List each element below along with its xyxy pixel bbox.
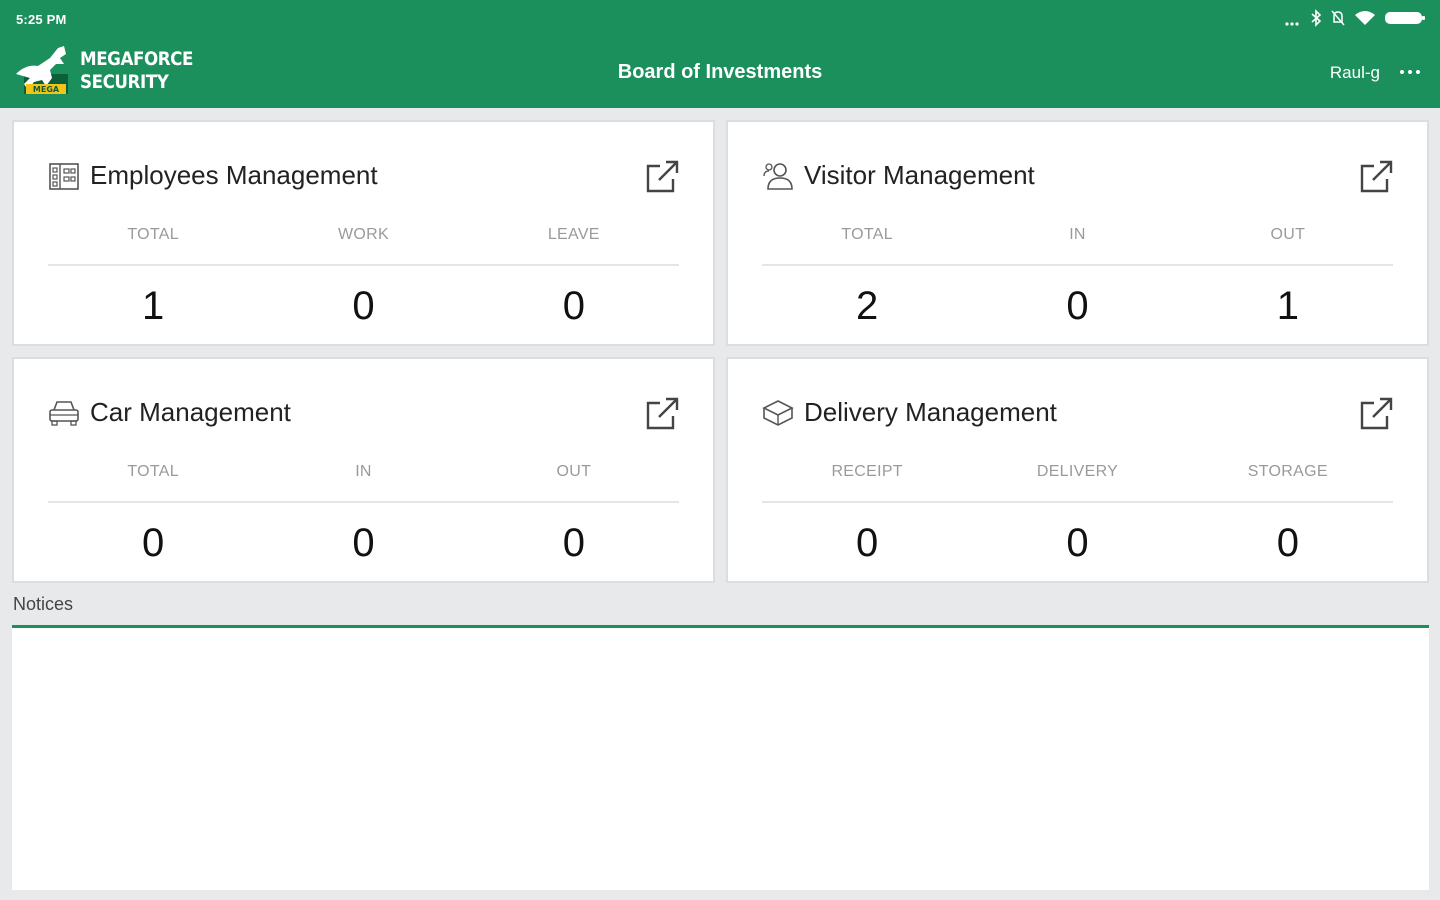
card-title: Employees Management xyxy=(90,160,378,190)
column-label: RECEIPT xyxy=(831,463,903,480)
stat-value: 0 xyxy=(1276,521,1299,565)
wifi-icon xyxy=(1355,11,1375,25)
more-dot xyxy=(1408,70,1412,74)
stat-value: 2 xyxy=(856,284,879,328)
card-values: 1 0 0 xyxy=(48,284,679,329)
stat-value: 1 xyxy=(142,284,165,328)
car-management-card[interactable]: Car Management TOTAL IN OUT 0 0 0 xyxy=(12,357,715,583)
package-icon xyxy=(762,399,794,426)
card-title: Delivery Management xyxy=(804,397,1057,427)
stat-value: 1 xyxy=(1276,284,1299,328)
stat-value: 0 xyxy=(1066,284,1089,328)
bluetooth-icon xyxy=(1311,9,1322,27)
column-label: STORAGE xyxy=(1247,463,1328,480)
column-label: TOTAL xyxy=(841,226,893,243)
app-header: 5:25 PM MEGA MEGAFORCE SECURITY Board of… xyxy=(0,0,1440,108)
column-label: DELIVERY xyxy=(1036,463,1119,480)
card-header: Delivery Management xyxy=(762,397,1057,428)
column-label: WORK xyxy=(338,226,389,243)
stat-value: 0 xyxy=(562,284,585,328)
external-link-icon[interactable] xyxy=(1359,160,1395,194)
stat-value: 0 xyxy=(856,521,879,565)
visitor-icon xyxy=(763,162,793,190)
column-label: IN xyxy=(355,463,372,480)
column-label: OUT xyxy=(556,463,592,480)
stat-value: 0 xyxy=(352,521,375,565)
battery-icon xyxy=(1385,12,1425,24)
external-link-icon[interactable] xyxy=(645,397,681,431)
card-header: Employees Management xyxy=(48,160,378,191)
card-column-headers: TOTAL IN OUT xyxy=(48,463,679,503)
user-name[interactable]: Raul-g xyxy=(1330,63,1380,83)
status-bar: 5:25 PM xyxy=(0,0,1440,38)
card-column-headers: RECEIPT DELIVERY STORAGE xyxy=(762,463,1393,503)
visitor-management-card[interactable]: Visitor Management TOTAL IN OUT 2 0 1 xyxy=(726,120,1429,346)
stat-value: 0 xyxy=(1066,521,1089,565)
more-options-button[interactable] xyxy=(1396,62,1424,82)
building-icon xyxy=(49,162,79,190)
column-label: TOTAL xyxy=(127,463,179,480)
status-icons xyxy=(1284,8,1426,28)
card-values: 0 0 0 xyxy=(762,521,1393,566)
delivery-management-card[interactable]: Delivery Management RECEIPT DELIVERY STO… xyxy=(726,357,1429,583)
column-label: IN xyxy=(1069,226,1086,243)
stat-value: 0 xyxy=(562,521,585,565)
column-label: TOTAL xyxy=(127,226,179,243)
stat-value: 0 xyxy=(142,521,165,565)
column-label: OUT xyxy=(1270,226,1306,243)
external-link-icon[interactable] xyxy=(645,160,681,194)
svg-text:MEGA: MEGA xyxy=(33,85,60,94)
employees-management-card[interactable]: Employees Management TOTAL WORK LEAVE 1 … xyxy=(12,120,715,346)
more-dot xyxy=(1416,70,1420,74)
more-horizontal-icon xyxy=(1400,70,1404,74)
car-icon xyxy=(49,400,79,426)
card-column-headers: TOTAL WORK LEAVE xyxy=(48,226,679,266)
status-time: 5:25 PM xyxy=(16,12,67,27)
card-title: Car Management xyxy=(90,397,291,427)
card-header: Visitor Management xyxy=(762,160,1035,191)
card-values: 2 0 1 xyxy=(762,284,1393,329)
signal-dots-icon xyxy=(1285,22,1299,26)
card-column-headers: TOTAL IN OUT xyxy=(762,226,1393,266)
external-link-icon[interactable] xyxy=(1359,397,1395,431)
mute-icon xyxy=(1331,10,1345,26)
stat-value: 0 xyxy=(352,284,375,328)
card-values: 0 0 0 xyxy=(48,521,679,566)
card-header: Car Management xyxy=(48,397,291,428)
page-title: Board of Investments xyxy=(617,61,823,83)
notices-heading: Notices xyxy=(13,594,74,614)
column-label: LEAVE xyxy=(547,226,600,243)
card-title: Visitor Management xyxy=(804,160,1035,190)
notices-panel[interactable] xyxy=(12,625,1429,890)
